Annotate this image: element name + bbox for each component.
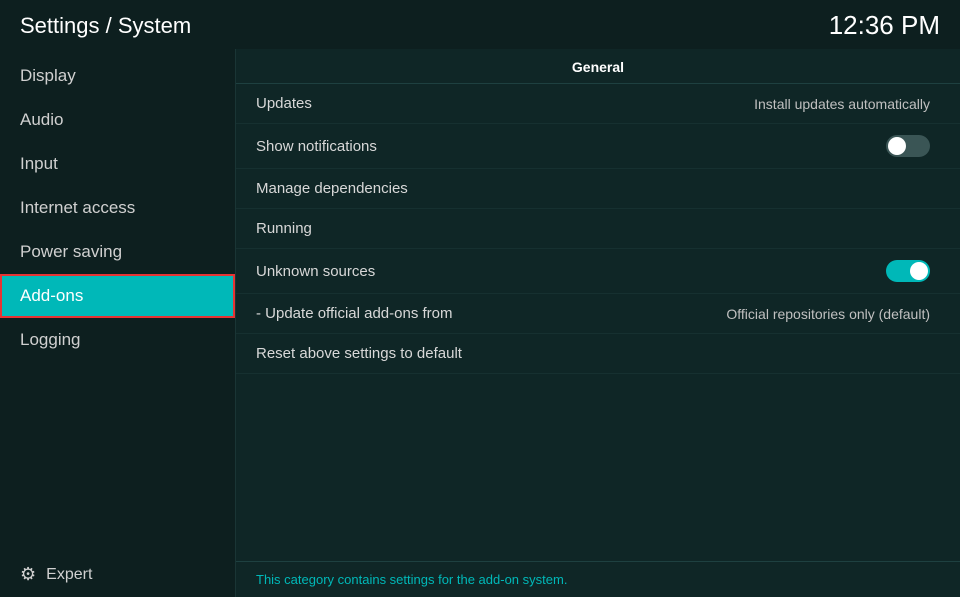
setting-row-unknown-sources[interactable]: Unknown sources bbox=[236, 249, 960, 294]
sidebar-item-add-ons[interactable]: Add-ons bbox=[0, 274, 235, 318]
sidebar-item-internet-access[interactable]: Internet access bbox=[0, 186, 235, 230]
setting-row-manage-dependencies[interactable]: Manage dependencies bbox=[236, 169, 960, 209]
header: Settings / System 12:36 PM bbox=[0, 0, 960, 49]
bottom-bar: This category contains settings for the … bbox=[236, 561, 960, 597]
setting-label-reset-settings: Reset above settings to default bbox=[256, 345, 462, 362]
setting-label-manage-dependencies: Manage dependencies bbox=[256, 180, 408, 197]
toggle-knob bbox=[888, 137, 906, 155]
main-panel: General Updates Install updates automati… bbox=[235, 49, 960, 597]
toggle-unknown-sources[interactable] bbox=[886, 260, 930, 282]
sidebar-item-input[interactable]: Input bbox=[0, 142, 235, 186]
toggle-knob-unknown bbox=[910, 262, 928, 280]
setting-label-show-notifications: Show notifications bbox=[256, 138, 377, 155]
setting-label-update-official-addons: - Update official add-ons from bbox=[256, 305, 453, 322]
setting-row-show-notifications[interactable]: Show notifications bbox=[236, 124, 960, 169]
gear-icon: ⚙ bbox=[20, 564, 36, 585]
sidebar-item-logging[interactable]: Logging bbox=[0, 318, 235, 362]
sidebar: Display Audio Input Internet access Powe… bbox=[0, 49, 235, 597]
clock: 12:36 PM bbox=[829, 10, 940, 41]
setting-row-running[interactable]: Running bbox=[236, 209, 960, 249]
sidebar-footer[interactable]: ⚙ Expert bbox=[0, 552, 235, 597]
expert-label: Expert bbox=[46, 566, 92, 584]
setting-row-reset-settings[interactable]: Reset above settings to default bbox=[236, 334, 960, 374]
setting-label-unknown-sources: Unknown sources bbox=[256, 263, 375, 280]
bottom-bar-text: This category contains settings for the … bbox=[256, 572, 567, 587]
setting-row-updates[interactable]: Updates Install updates automatically bbox=[236, 84, 960, 124]
sidebar-item-audio[interactable]: Audio bbox=[0, 98, 235, 142]
section-header: General bbox=[236, 49, 960, 84]
page-title: Settings / System bbox=[20, 13, 191, 39]
main-content: Display Audio Input Internet access Powe… bbox=[0, 49, 960, 597]
toggle-show-notifications[interactable] bbox=[886, 135, 930, 157]
setting-label-updates: Updates bbox=[256, 95, 312, 112]
setting-value-updates: Install updates automatically bbox=[754, 96, 930, 112]
setting-label-running: Running bbox=[256, 220, 312, 237]
settings-area: General Updates Install updates automati… bbox=[236, 49, 960, 561]
setting-row-update-official-addons[interactable]: - Update official add-ons from Official … bbox=[236, 294, 960, 334]
sidebar-item-display[interactable]: Display bbox=[0, 54, 235, 98]
sidebar-item-power-saving[interactable]: Power saving bbox=[0, 230, 235, 274]
setting-value-update-official-addons: Official repositories only (default) bbox=[726, 306, 930, 322]
